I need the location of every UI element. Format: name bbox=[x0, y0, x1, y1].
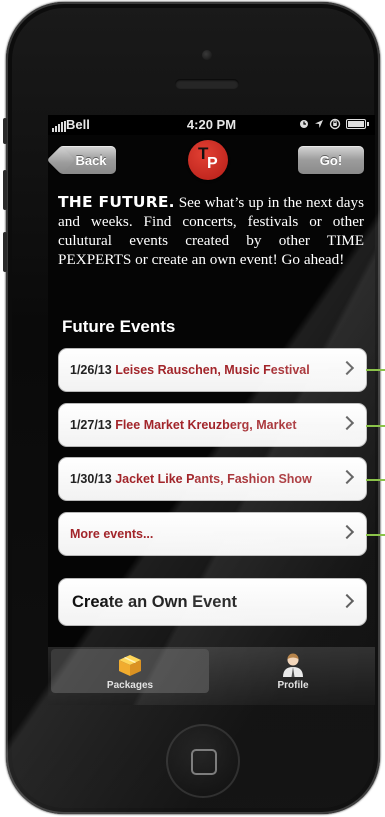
event-date: 1/26/13 bbox=[70, 363, 112, 377]
event-row[interactable]: 1/30/13 Jacket Like Pants, Fashion Show bbox=[58, 457, 367, 501]
tab-profile[interactable]: Profile bbox=[213, 647, 373, 705]
go-button[interactable]: Go! bbox=[298, 146, 364, 174]
rotation-lock-icon bbox=[329, 118, 341, 130]
intro-text: THE FUTURE. See what’s up in the next da… bbox=[58, 193, 364, 269]
volume-up-button bbox=[3, 170, 7, 210]
tab-packages[interactable]: Packages bbox=[51, 649, 209, 693]
home-square-icon bbox=[191, 749, 217, 775]
navigation-bar: Back TP Go! bbox=[48, 135, 375, 187]
chevron-right-icon bbox=[339, 415, 355, 431]
intro-lead: THE FUTURE. bbox=[58, 193, 175, 211]
event-title: Leises Rauschen, Music Festival bbox=[115, 363, 310, 377]
status-icons bbox=[299, 118, 369, 130]
alarm-icon bbox=[300, 120, 308, 128]
battery-icon bbox=[346, 119, 366, 129]
annotation-line bbox=[366, 369, 385, 371]
home-button[interactable] bbox=[166, 724, 240, 798]
annotation-line bbox=[366, 425, 385, 427]
annotation-line bbox=[366, 479, 385, 481]
event-date: 1/27/13 bbox=[70, 418, 112, 432]
event-row[interactable]: 1/27/13 Flee Market Kreuzberg, Market bbox=[58, 403, 367, 447]
package-icon bbox=[119, 655, 141, 676]
chevron-right-icon bbox=[339, 593, 355, 609]
status-bar: Bell 4:20 PM bbox=[48, 115, 375, 135]
back-button-label: Back bbox=[75, 152, 107, 168]
chevron-right-icon bbox=[339, 524, 355, 540]
more-events-label: More events... bbox=[70, 527, 154, 541]
earpiece-speaker bbox=[175, 79, 239, 89]
more-events-row[interactable]: More events... bbox=[58, 512, 367, 556]
event-title: Flee Market Kreuzberg, Market bbox=[115, 418, 297, 432]
event-row[interactable]: 1/26/13 Leises Rauschen, Music Festival bbox=[58, 348, 367, 392]
tab-bar: Packages Profile bbox=[48, 647, 375, 705]
tab-packages-label: Packages bbox=[106, 680, 154, 691]
annotation-line bbox=[366, 534, 385, 536]
event-date: 1/30/13 bbox=[70, 472, 112, 486]
go-button-label: Go! bbox=[319, 152, 343, 168]
chevron-right-icon bbox=[339, 469, 355, 485]
create-event-button[interactable]: Create an Own Event bbox=[58, 578, 367, 626]
volume-down-button bbox=[3, 232, 7, 272]
app-logo: TP bbox=[188, 140, 228, 180]
section-title-future-events: Future Events bbox=[62, 317, 176, 336]
create-event-label: Create an Own Event bbox=[72, 592, 238, 611]
app-screen: Bell 4:20 PM Back TP Go! THE FUTURE. See… bbox=[48, 115, 375, 705]
location-arrow-icon bbox=[315, 120, 323, 128]
event-text: 1/30/13 Jacket Like Pants, Fashion Show bbox=[70, 472, 312, 486]
profile-icon bbox=[283, 653, 303, 677]
front-camera bbox=[202, 50, 212, 60]
event-title: Jacket Like Pants, Fashion Show bbox=[115, 472, 312, 486]
tab-profile-label: Profile bbox=[277, 680, 309, 691]
event-text: 1/26/13 Leises Rauschen, Music Festival bbox=[70, 363, 310, 377]
mute-switch bbox=[3, 118, 7, 144]
event-text: 1/27/13 Flee Market Kreuzberg, Market bbox=[70, 418, 297, 432]
chevron-right-icon bbox=[339, 360, 355, 376]
back-button[interactable]: Back bbox=[58, 146, 116, 174]
